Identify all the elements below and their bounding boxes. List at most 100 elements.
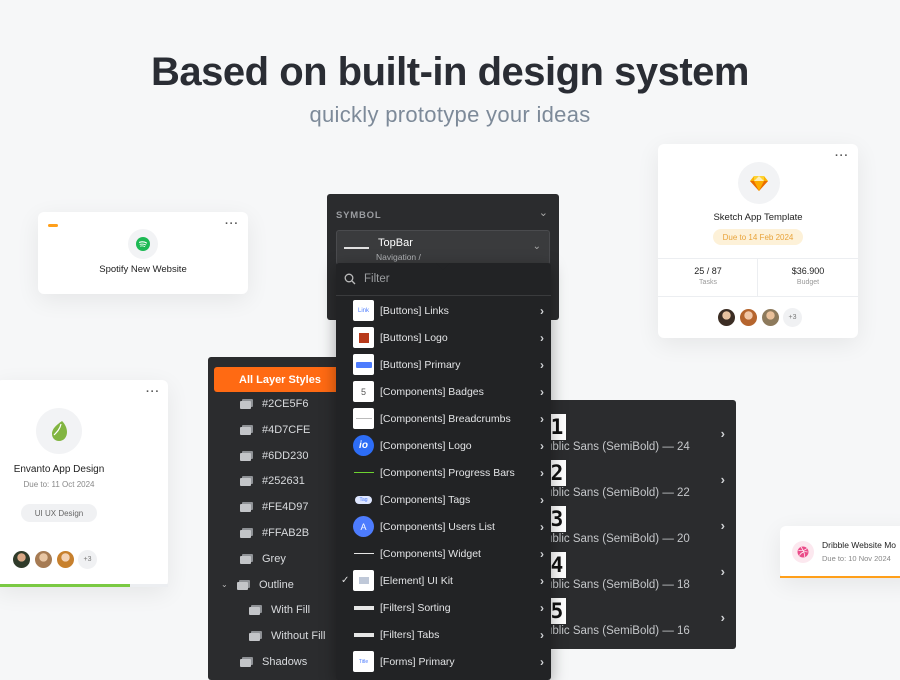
layer-styles-panel: All Layer Styles #2CE5F6 #4D7CFE #6DD230 #2… xyxy=(208,357,348,680)
layer-style-item[interactable]: With Fill xyxy=(208,600,310,620)
layer-styles-header[interactable]: All Layer Styles xyxy=(214,367,348,392)
collapse-chevron-icon[interactable]: ⌄ xyxy=(539,206,548,219)
layer-style-item[interactable]: #FE4D97 xyxy=(208,497,308,517)
text-style-label: ublic Sans (SemiBold) — 18 xyxy=(546,579,690,591)
avatar[interactable] xyxy=(761,308,780,327)
text-style-item[interactable]: 4 ublic Sans (SemiBold) — 18 › xyxy=(530,552,736,596)
text-style-item[interactable]: 1 ublic Sans (SemiBold) — 24 › xyxy=(530,414,736,458)
symbol-list-item[interactable]: 5 [Components] Badges › xyxy=(336,378,551,405)
card-menu-icon[interactable]: ··· xyxy=(146,386,160,398)
chevron-right-icon[interactable]: › xyxy=(721,564,725,579)
project-card-spotify[interactable]: ··· Spotify New Website xyxy=(38,212,248,294)
hero-title: Based on built-in design system xyxy=(151,50,749,94)
chevron-right-icon[interactable]: › xyxy=(540,466,544,480)
symbol-list-item[interactable]: Link [Buttons] Links › xyxy=(336,297,551,324)
project-card-sketch[interactable]: ··· Sketch App Template Due to 14 Feb 20… xyxy=(658,144,858,338)
symbol-list-item[interactable]: [Buttons] Logo › xyxy=(336,324,551,351)
text-style-item[interactable]: 3 ublic Sans (SemiBold) — 20 › xyxy=(530,506,736,550)
text-style-item[interactable]: 2 ublic Sans (SemiBold) — 22 › xyxy=(530,460,736,504)
chevron-right-icon[interactable]: › xyxy=(540,385,544,399)
symbol-thumbnail xyxy=(353,597,374,618)
symbol-item-label: [Components] Badges xyxy=(380,385,484,398)
chevron-right-icon[interactable]: › xyxy=(540,412,544,426)
filter-input[interactable] xyxy=(364,273,534,285)
budget-label: Budget xyxy=(796,279,820,286)
avatar[interactable] xyxy=(12,550,31,569)
avatar[interactable] xyxy=(56,550,75,569)
layer-style-item[interactable]: ⌄ Outline xyxy=(208,575,294,595)
layer-style-item[interactable]: #FFAB2B xyxy=(208,523,309,543)
divider xyxy=(658,296,858,297)
expand-chevron-icon[interactable]: ⌄ xyxy=(221,580,233,589)
category-tag[interactable]: UI UX Design xyxy=(21,504,97,522)
text-style-item[interactable]: 5 ublic Sans (SemiBold) — 16 › xyxy=(530,598,736,642)
avatar[interactable] xyxy=(717,308,736,327)
chevron-right-icon[interactable]: › xyxy=(721,426,725,441)
chevron-right-icon[interactable]: › xyxy=(540,493,544,507)
folder-icon xyxy=(249,605,262,616)
symbol-list-item[interactable]: io [Components] Logo › xyxy=(336,432,551,459)
symbol-dropdown: Link[Buttons] Links›[Buttons] Logo›[Butt… xyxy=(336,263,551,680)
more-members-badge[interactable]: +3 xyxy=(78,550,97,569)
chevron-right-icon[interactable]: › xyxy=(721,472,725,487)
project-progress-bar xyxy=(0,584,168,587)
due-date-badge: Due to 14 Feb 2024 xyxy=(713,229,803,245)
symbol-list-item[interactable]: A [Components] Users List › xyxy=(336,513,551,540)
layer-style-label: Grey xyxy=(262,552,286,565)
layer-style-item[interactable]: #2CE5F6 xyxy=(208,394,308,414)
team-avatars[interactable]: +3 xyxy=(717,308,802,327)
symbol-list-item[interactable]: [Components] Widget › xyxy=(336,540,551,567)
selected-symbol-path: Navigation / xyxy=(376,252,421,262)
symbol-list-item[interactable]: [Components] Progress Bars › xyxy=(336,459,551,486)
team-avatars[interactable]: +3 xyxy=(12,550,97,569)
budget-value: $36.900 xyxy=(791,266,825,276)
symbol-select[interactable]: TopBar Navigation / ⌄ xyxy=(336,230,550,265)
symbol-thumbnail xyxy=(353,408,374,429)
avatar[interactable] xyxy=(34,550,53,569)
chevron-right-icon[interactable]: › xyxy=(540,520,544,534)
chevron-right-icon[interactable]: › xyxy=(540,574,544,588)
folder-icon xyxy=(240,502,253,513)
more-members-badge[interactable]: +3 xyxy=(783,308,802,327)
project-name: Envanto App Design xyxy=(13,464,105,475)
chevron-right-icon[interactable]: › xyxy=(721,518,725,533)
layer-style-item[interactable]: Grey xyxy=(208,549,286,569)
folder-icon xyxy=(240,476,253,487)
folder-icon xyxy=(240,399,253,409)
symbol-list-item[interactable]: [Filters] Tabs › xyxy=(336,621,551,648)
envato-logo-icon xyxy=(36,408,82,454)
symbol-thumbnail: Tag xyxy=(353,489,374,510)
symbol-list-item[interactable]: [Components] Breadcrumbs › xyxy=(336,405,551,432)
layer-style-item[interactable]: #6DD230 xyxy=(208,446,308,466)
chevron-right-icon[interactable]: › xyxy=(540,304,544,318)
checkmark-icon: ✓ xyxy=(341,575,350,586)
chevron-right-icon[interactable]: › xyxy=(721,610,725,625)
project-card-dribble[interactable]: Dribble Website Mo Due to: 10 Nov 2024 xyxy=(780,526,900,578)
chevron-right-icon[interactable]: › xyxy=(540,628,544,642)
avatar[interactable] xyxy=(739,308,758,327)
folder-icon xyxy=(240,450,253,461)
chevron-right-icon[interactable]: › xyxy=(540,331,544,345)
chevron-right-icon[interactable]: › xyxy=(540,439,544,453)
symbol-list-item[interactable]: Title [Forms] Primary › xyxy=(336,648,551,675)
card-menu-icon[interactable]: ··· xyxy=(225,218,239,230)
chevron-right-icon[interactable]: › xyxy=(540,655,544,669)
chevron-right-icon[interactable]: › xyxy=(540,358,544,372)
layer-style-item[interactable]: Without Fill xyxy=(208,626,325,646)
layer-style-label: Outline xyxy=(259,578,294,591)
symbol-list-item[interactable]: [Filters] Sorting › xyxy=(336,594,551,621)
layer-style-item[interactable]: #252631 xyxy=(208,471,305,491)
symbol-list-item[interactable]: ✓ [Element] UI Kit › xyxy=(336,567,551,594)
card-menu-icon[interactable]: ··· xyxy=(835,150,849,162)
text-styles-panel: 1 ublic Sans (SemiBold) — 24 › 2 ublic Sans … xyxy=(530,400,736,649)
chevron-right-icon[interactable]: › xyxy=(540,601,544,615)
layer-style-item[interactable]: Shadows xyxy=(208,652,307,672)
chevron-right-icon[interactable]: › xyxy=(540,547,544,561)
project-card-envanto[interactable]: ··· Envanto App Design Due to: 11 Oct 20… xyxy=(0,380,168,587)
layer-style-item[interactable]: #4D7CFE xyxy=(208,420,310,440)
symbol-list-item[interactable]: [Buttons] Primary › xyxy=(336,351,551,378)
filter-bar[interactable] xyxy=(336,263,551,296)
symbol-list-item[interactable]: Tag [Components] Tags › xyxy=(336,486,551,513)
chevron-down-icon[interactable]: ⌄ xyxy=(533,241,541,252)
symbol-item-label: [Components] Tags xyxy=(380,493,471,506)
